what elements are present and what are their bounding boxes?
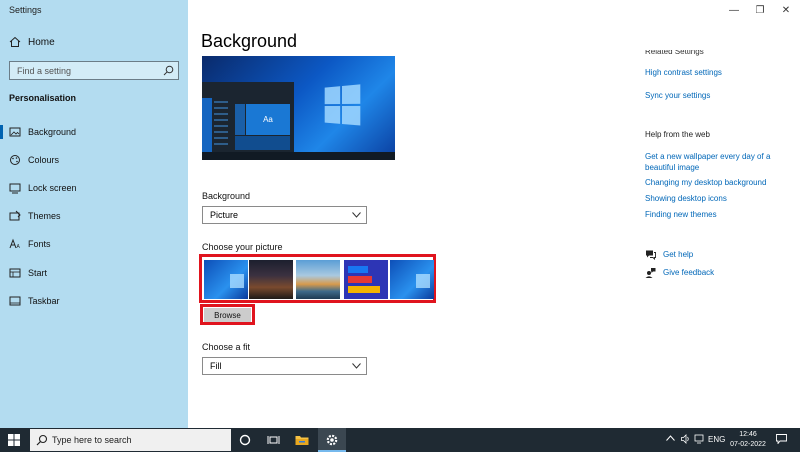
sidebar-item-start[interactable]: Start [0,262,188,284]
give-feedback-link[interactable]: Give feedback [645,267,714,278]
choose-picture-label: Choose your picture [202,242,283,252]
chat-help-icon [646,250,656,260]
background-type-dropdown[interactable]: Picture [202,206,367,224]
home-label: Home [28,36,55,48]
sidebar-item-themes[interactable]: Themes [0,205,188,227]
picture-thumbnail-4[interactable] [344,260,388,299]
preview-taskbar [202,152,395,160]
picture-thumbnail-2[interactable] [249,260,293,299]
themes-icon [9,210,21,221]
fonts-icon: A [9,238,21,250]
preview-menu-list [214,101,228,149]
cortana-icon[interactable] [237,432,253,448]
fit-value: Fill [210,361,222,371]
home-link[interactable]: Home [9,36,55,48]
related-settings-heading: Related Settings [645,50,704,56]
preview-tile [235,136,290,150]
close-button[interactable]: ✕ [779,4,793,16]
svg-text:A: A [17,244,21,250]
file-explorer-icon[interactable] [294,432,310,448]
volume-icon[interactable] [681,434,691,446]
windows-logo-icon [416,274,430,288]
taskbar-search-placeholder: Type here to search [52,435,132,445]
sidebar-item-label: Colours [28,155,60,165]
preview-tile [235,104,245,135]
network-icon[interactable] [694,434,704,446]
taskbar-search-box[interactable]: Type here to search [30,429,231,451]
sidebar-item-label: Taskbar [28,296,60,306]
windows-logo-icon [324,84,363,128]
background-label: Background [202,191,251,201]
palette-icon [10,155,20,165]
background-preview: Aa [202,56,395,160]
sidebar-item-label: Lock screen [28,183,77,193]
link-new-themes[interactable]: Finding new themes [645,210,717,219]
choose-fit-label: Choose a fit [202,342,251,352]
sidebar-item-colours[interactable]: Colours [0,149,188,171]
background-type-value: Picture [210,210,239,220]
taskbar: Type here to search ENG 12:46 07-02-2022 [0,428,800,452]
preview-start-menu [202,98,212,152]
link-new-wallpaper[interactable]: Get a new wallpaper every day of a [645,152,770,161]
sidebar-item-background[interactable]: Background [0,121,188,143]
link-desktop-icons[interactable]: Showing desktop icons [645,194,727,203]
give-feedback-label: Give feedback [663,268,715,277]
find-setting-placeholder: Find a setting [17,65,72,76]
chevron-up-icon[interactable] [666,434,675,443]
maximize-button[interactable]: ❐ [753,4,767,16]
sidebar-item-lock-screen[interactable]: Lock screen [0,177,188,199]
sidebar-item-label: Themes [28,211,61,221]
sidebar-item-fonts[interactable]: A Fonts [0,233,188,255]
windows-start-icon[interactable] [8,434,20,446]
thumb-badge [348,276,372,283]
find-setting-input[interactable]: Find a setting [9,61,179,80]
task-view-icon[interactable] [265,432,281,448]
picture-thumbnail-1[interactable] [204,260,248,299]
picture-thumbnail-3[interactable] [296,260,340,299]
start-icon [9,268,21,278]
search-icon [163,65,174,76]
picture-thumbnail-5[interactable] [390,260,434,299]
notifications-icon[interactable] [776,434,787,446]
sidebar: Settings Home Find a setting Personalisa… [0,0,188,428]
picture-icon [9,127,21,137]
language-indicator[interactable]: ENG [708,435,725,444]
browse-button[interactable]: Browse [204,308,251,322]
minimize-button[interactable]: — [727,4,741,16]
thumb-badge [348,266,368,273]
sidebar-item-taskbar[interactable]: Taskbar [0,290,188,312]
thumb-badge [348,286,380,293]
taskbar-icon [9,296,21,306]
get-help-label: Get help [663,250,694,259]
chevron-down-icon [352,212,361,218]
chevron-down-icon [352,363,361,369]
home-icon [9,36,21,47]
get-help-link[interactable]: Get help [645,249,693,260]
sidebar-item-label: Start [28,268,48,278]
help-heading: Help from the web [645,130,710,139]
clock-time: 12:46 [739,431,757,438]
gear-icon [326,434,338,446]
link-sync-settings[interactable]: Sync your settings [645,91,710,100]
preview-tile-aa: Aa [246,104,290,135]
clock-date: 07-02-2022 [730,441,766,448]
page-title: Background [201,31,298,51]
windows-logo-icon [230,274,244,288]
lock-screen-icon [9,183,21,194]
section-title: Personalisation [9,93,77,103]
link-new-wallpaper-cont[interactable]: beautiful image [645,163,699,172]
feedback-icon [645,268,656,278]
fit-dropdown[interactable]: Fill [202,357,367,375]
sidebar-item-label: Fonts [28,239,51,249]
search-icon [36,434,48,446]
clock[interactable]: 12:46 07-02-2022 [727,430,769,450]
sidebar-item-label: Background [28,127,77,137]
link-changing-background[interactable]: Changing my desktop background [645,178,766,187]
window-title: Settings [9,5,42,15]
link-high-contrast[interactable]: High contrast settings [645,68,722,77]
settings-taskbar-button[interactable] [318,428,346,452]
